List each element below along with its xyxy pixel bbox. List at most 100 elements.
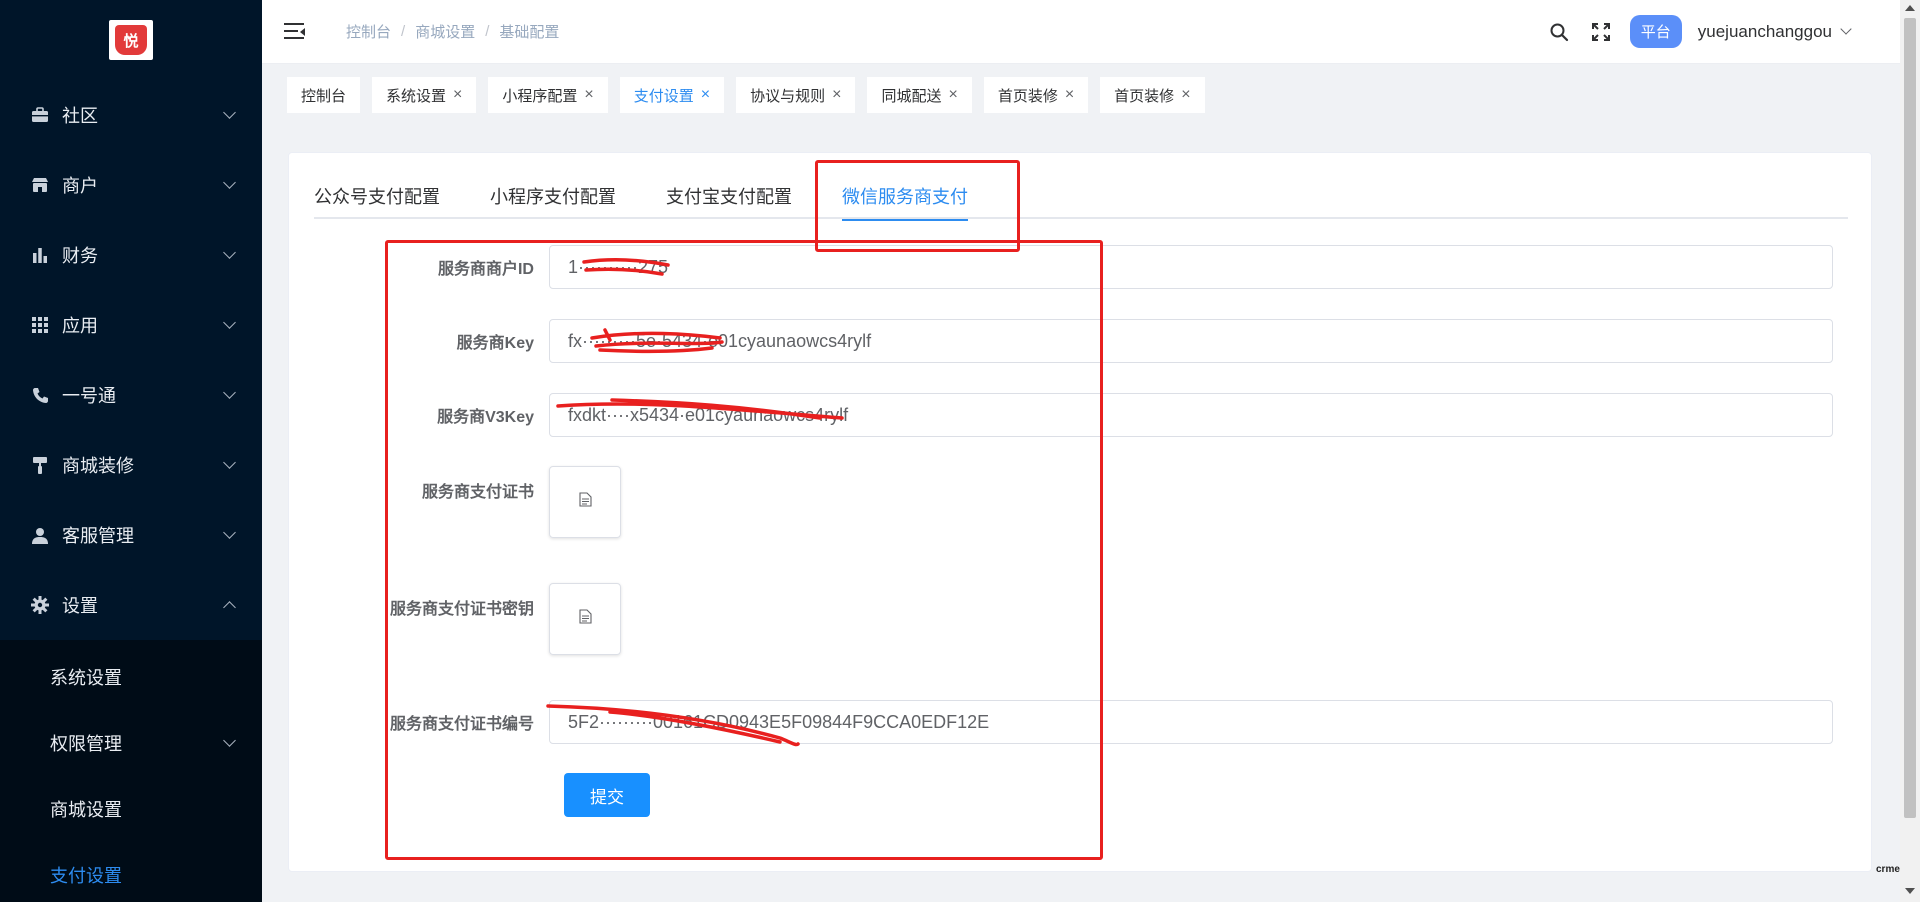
tab-miniprogram-pay[interactable]: 小程序支付配置 [490, 173, 616, 219]
close-icon[interactable]: × [948, 86, 957, 104]
fullscreen-icon[interactable] [1590, 21, 1612, 43]
merchant-id-input[interactable]: 1··········275 [549, 245, 1833, 289]
breadcrumb-separator: / [401, 23, 406, 40]
user-menu[interactable]: yuejuanchanggou [1697, 21, 1852, 42]
form-row-cert-serial: 服务商支付证书编号 5F2·········00161CD0943E5F0984… [289, 700, 1833, 744]
sidebar-subitem-store-settings[interactable]: 商城设置 [0, 776, 262, 842]
sidebar-subitem-permissions[interactable]: 权限管理 [0, 710, 262, 776]
sidebar-item-settings[interactable]: 设置 [0, 570, 262, 640]
tag-label: 支付设置 [633, 87, 694, 105]
tag-local-delivery[interactable]: 同城配送 × [867, 77, 972, 113]
chevron-down-icon [223, 106, 236, 119]
sidebar-subitem-system-settings[interactable]: 系统设置 [0, 644, 262, 710]
breadcrumb-item[interactable]: 商城设置 [415, 21, 475, 42]
sidebar-item-merchant[interactable]: 商户 [0, 150, 262, 220]
sidebar-item-apps[interactable]: 应用 [0, 290, 262, 360]
key-input[interactable]: fx·········5e·5434·e01cyaunaowcs4rylf [549, 319, 1833, 363]
chevron-down-icon [223, 526, 236, 539]
tag-home-decoration[interactable]: 首页装修 × [983, 77, 1089, 113]
payment-tabs: 公众号支付配置 小程序支付配置 支付宝支付配置 微信服务商支付 [314, 173, 1848, 221]
sidebar-subitem-label: 支付设置 [50, 866, 122, 886]
sidebar-item-label: 社区 [62, 106, 98, 126]
tag-label: 控制台 [301, 87, 347, 105]
document-icon [578, 609, 592, 629]
username: yuejuanchanggou [1697, 21, 1832, 41]
tag-label: 首页装修 [997, 87, 1058, 105]
chevron-up-icon [223, 601, 236, 614]
tab-official-account-pay[interactable]: 公众号支付配置 [314, 173, 440, 219]
form-row-v3key: 服务商V3Key fxdkt····x5434·e01cyaunaowcs4ry… [289, 393, 1833, 437]
close-icon[interactable]: × [1065, 86, 1074, 104]
tab-wechat-service-provider-pay[interactable]: 微信服务商支付 [842, 173, 968, 221]
chevron-down-icon [223, 246, 236, 259]
field-label: 服务商支付证书 [421, 484, 534, 501]
settings-submenu: 系统设置 权限管理 商城设置 支付设置 [0, 640, 262, 902]
tag-label: 协议与规则 [750, 87, 826, 105]
bar-chart-icon [30, 245, 50, 265]
tag-agreements[interactable]: 协议与规则 × [736, 77, 856, 113]
logo-box: 悦 [109, 20, 153, 60]
close-icon[interactable]: × [1181, 86, 1190, 104]
breadcrumb: 控制台 / 商城设置 / 基础配置 [346, 21, 559, 42]
tab-alipay[interactable]: 支付宝支付配置 [666, 173, 792, 219]
scrollbar-thumb[interactable] [1904, 18, 1916, 818]
form-row-cert-key: 服务商支付证书密钥 [289, 583, 621, 655]
breadcrumb-item[interactable]: 控制台 [346, 21, 391, 42]
cert-uploader[interactable] [549, 466, 621, 538]
tag-miniprogram-config[interactable]: 小程序配置 × [488, 77, 608, 113]
document-icon [578, 492, 592, 512]
close-icon[interactable]: × [584, 86, 593, 104]
sidebar-item-community[interactable]: 社区 [0, 80, 262, 150]
form-row-merchant-id: 服务商商户ID 1··········275 [289, 245, 1833, 289]
platform-badge[interactable]: 平台 [1629, 15, 1682, 48]
sidebar-item-finance[interactable]: 财务 [0, 220, 262, 290]
tag-home-decoration-2[interactable]: 首页装修 × [1100, 77, 1205, 113]
tag-label: 首页装修 [1114, 87, 1175, 105]
user-icon [30, 525, 50, 545]
chevron-down-icon [223, 386, 236, 399]
search-icon[interactable] [1548, 21, 1570, 43]
paint-roller-icon [30, 455, 50, 475]
scroll-up-icon[interactable] [1905, 5, 1915, 11]
tag-dashboard[interactable]: 控制台 [287, 77, 361, 113]
gear-icon [30, 595, 50, 615]
v3key-input[interactable]: fxdkt····x5434·e01cyaunaowcs4rylf [549, 393, 1833, 437]
sidebar-item-label: 商户 [62, 176, 98, 196]
chevron-down-icon [223, 316, 236, 329]
sidebar: 悦 社区 商户 财务 应用 一号通 商城装修 客服管理 设置 系统设置 权限管理… [0, 0, 262, 902]
breadcrumb-item: 基础配置 [499, 24, 560, 41]
cert-serial-input[interactable]: 5F2·········00161CD0943E5F09844F9CCA0EDF… [549, 700, 1833, 744]
tags-view-bar: 控制台 系统设置 × 小程序配置 × 支付设置 × 协议与规则 × 同城配送 × 首页装修… [262, 64, 1900, 126]
field-label: 服务商支付证书密钥 [389, 601, 534, 618]
close-icon[interactable]: × [453, 86, 462, 104]
tag-payment-settings[interactable]: 支付设置 × [619, 77, 725, 113]
logo[interactable]: 悦 [0, 0, 262, 80]
breadcrumb-separator: / [485, 23, 490, 40]
sidebar-item-label: 一号通 [62, 386, 116, 406]
scroll-down-icon[interactable] [1905, 888, 1915, 894]
vertical-scrollbar[interactable] [1900, 0, 1920, 902]
chevron-down-icon [223, 176, 236, 189]
sidebar-item-customer-service[interactable]: 客服管理 [0, 500, 262, 570]
sidebar-item-label: 应用 [62, 316, 98, 336]
sidebar-item-label: 商城装修 [62, 456, 134, 476]
cert-key-uploader[interactable] [549, 583, 621, 655]
field-label: 服务商支付证书编号 [389, 716, 534, 733]
close-icon[interactable]: × [701, 86, 710, 104]
sidebar-subitem-payment-settings[interactable]: 支付设置 [0, 842, 262, 902]
store-icon [30, 175, 50, 195]
close-icon[interactable]: × [832, 86, 841, 104]
briefcase-icon [30, 105, 50, 125]
menu-toggle-icon[interactable] [284, 22, 306, 41]
form-row-key: 服务商Key fx·········5e·5434·e01cyaunaowcs4… [289, 319, 1833, 363]
tag-system-settings[interactable]: 系统设置 × [372, 77, 477, 113]
tag-label: 同城配送 [881, 87, 942, 105]
logo-mark: 悦 [115, 25, 147, 55]
sidebar-subitem-label: 权限管理 [50, 734, 122, 754]
sidebar-item-store-decoration[interactable]: 商城装修 [0, 430, 262, 500]
field-label: 服务商Key [456, 335, 534, 352]
submit-button[interactable]: 提交 [564, 773, 650, 817]
sidebar-item-one-number[interactable]: 一号通 [0, 360, 262, 430]
sidebar-item-label: 财务 [62, 246, 98, 266]
chevron-down-icon [1840, 23, 1852, 35]
